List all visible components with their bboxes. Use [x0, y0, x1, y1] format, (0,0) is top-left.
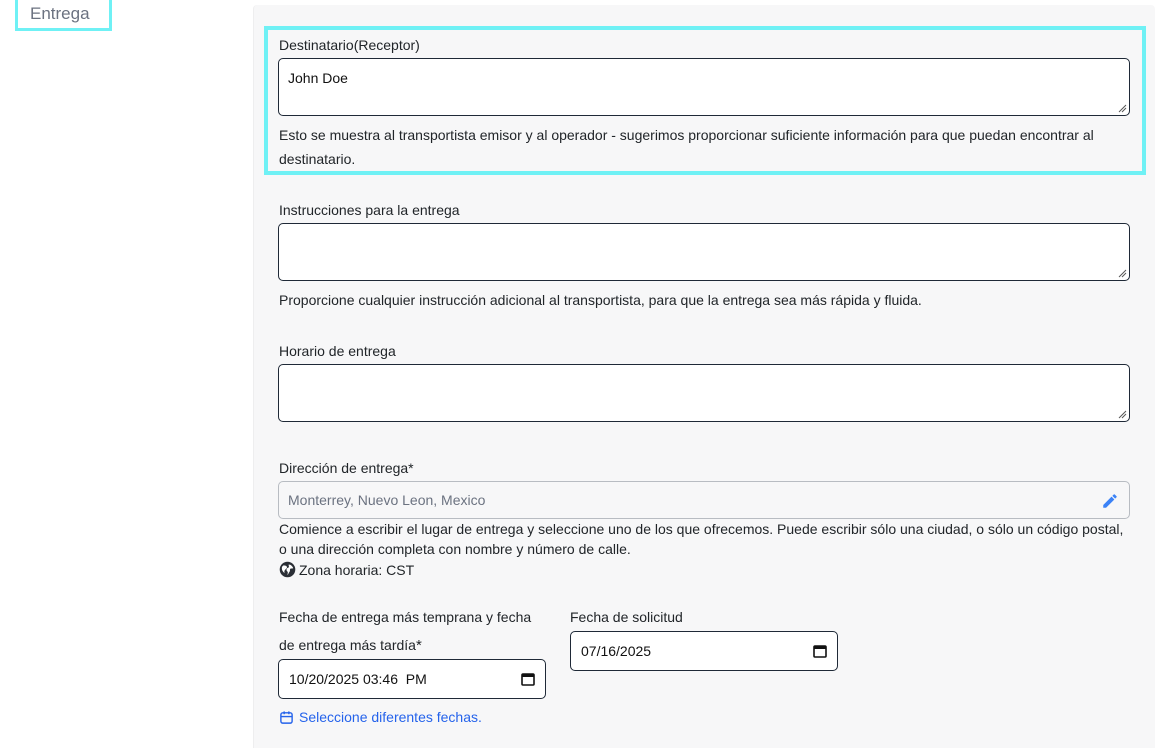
address-label: Dirección de entrega*	[279, 460, 414, 476]
request-date-label: Fecha de solicitud	[570, 609, 683, 625]
window-label-line1: Fecha de entrega más temprana y fecha	[279, 609, 532, 625]
instructions-label: Instrucciones para la entrega	[279, 202, 460, 218]
different-dates-link[interactable]: Seleccione diferentes fechas.	[279, 709, 482, 725]
section-title: Entrega	[30, 4, 90, 23]
window-label-line2: de entrega más tardía*	[279, 637, 422, 654]
recipient-value: John Doe	[288, 70, 348, 86]
address-placeholder: Monterrey, Nuevo Leon, Mexico	[288, 492, 486, 508]
schedule-label: Horario de entrega	[279, 343, 396, 359]
delivery-window-input[interactable]: 10/20/2025 03:46 PM	[278, 659, 546, 699]
recipient-help: Esto se muestra al transportista emisor …	[279, 127, 1094, 167]
resize-grip-icon[interactable]	[1118, 410, 1127, 419]
instructions-textarea[interactable]	[278, 223, 1130, 281]
required-marker: *	[415, 637, 422, 654]
address-help: Comience a escribir el lugar de entrega …	[279, 521, 1124, 557]
recipient-textarea[interactable]: John Doe	[278, 58, 1130, 116]
instructions-help: Proporcione cualquier instrucción adicio…	[279, 292, 922, 308]
calendar-icon[interactable]	[521, 672, 535, 686]
timezone-row: Zona horaria: CST	[279, 561, 414, 578]
request-date-value: 07/16/2025	[581, 643, 652, 659]
section-tab-entrega[interactable]: Entrega	[15, 0, 112, 31]
resize-grip-icon[interactable]	[1118, 269, 1127, 278]
delivery-form-page: Entrega Destinatario(Receptor) John Doe …	[0, 0, 1155, 748]
resize-grip-icon[interactable]	[1118, 104, 1127, 113]
pencil-icon[interactable]	[1101, 492, 1119, 510]
address-input[interactable]: Monterrey, Nuevo Leon, Mexico	[278, 481, 1130, 519]
delivery-window-value: 10/20/2025 03:46 PM	[289, 671, 427, 687]
globe-icon	[279, 561, 296, 578]
calendar-icon[interactable]	[813, 644, 827, 658]
timezone-text: Zona horaria: CST	[299, 561, 415, 578]
different-dates-text: Seleccione diferentes fechas.	[299, 709, 482, 725]
schedule-textarea[interactable]	[278, 364, 1130, 422]
recipient-label: Destinatario(Receptor)	[279, 37, 420, 53]
request-date-input[interactable]: 07/16/2025	[570, 631, 838, 671]
calendar-icon	[280, 710, 293, 724]
window-label-text: de entrega más tardía	[279, 637, 416, 653]
